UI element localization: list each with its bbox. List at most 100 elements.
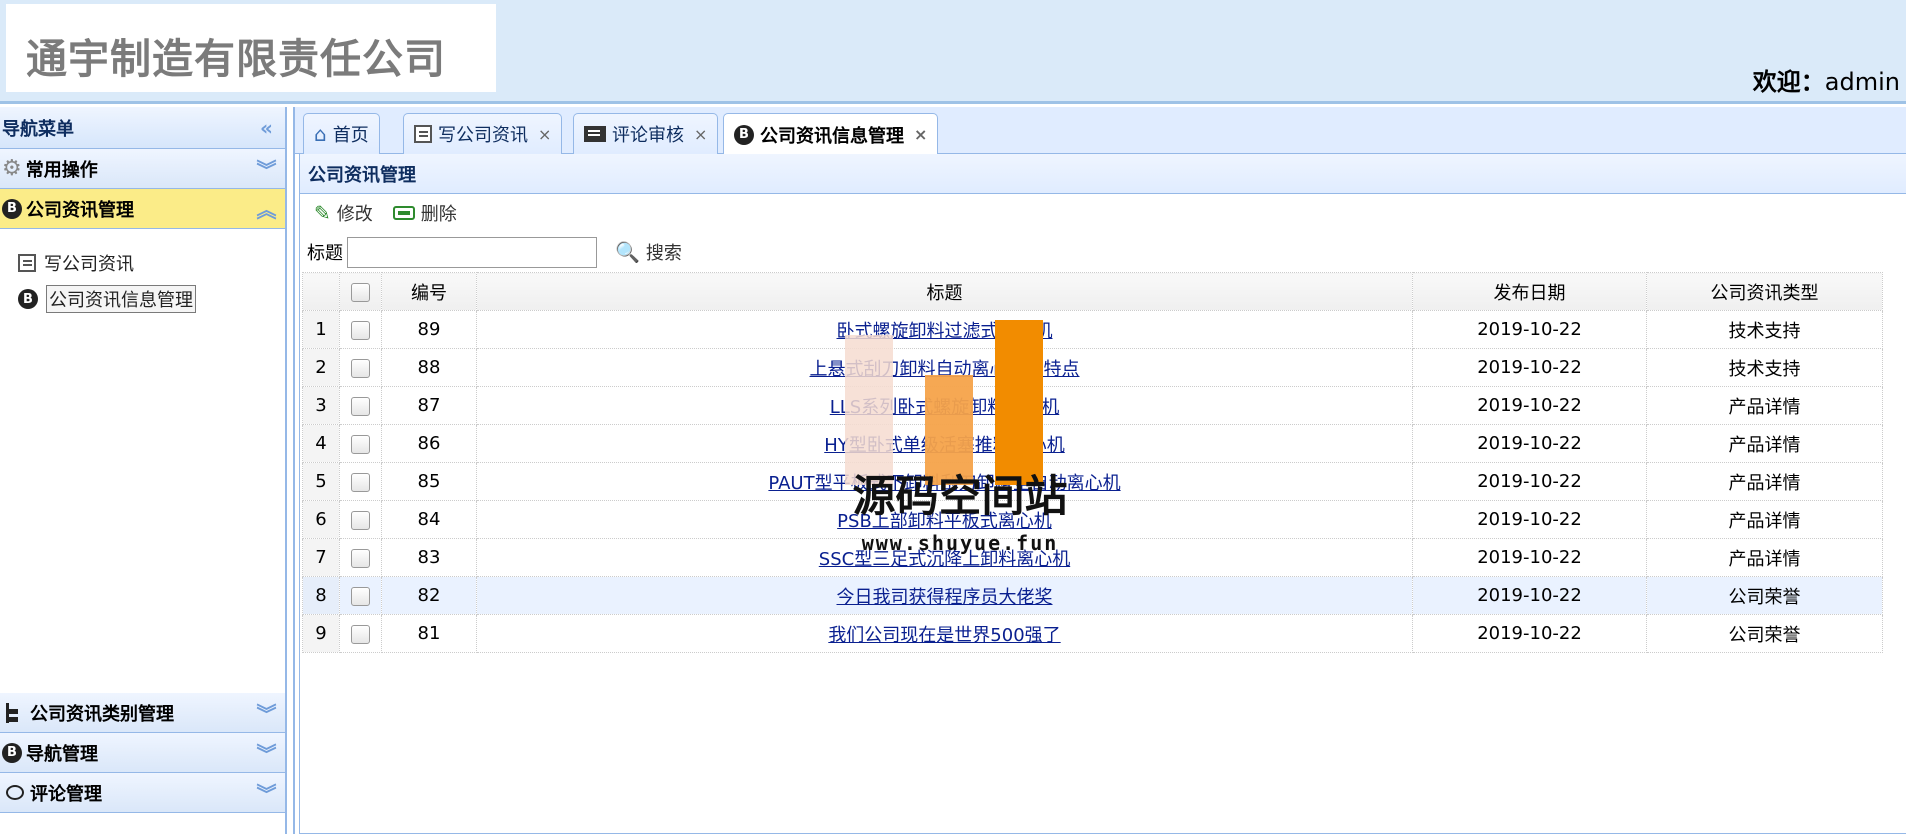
title-link[interactable]: PAUT型平板式下卸料刮刀卸料全自动离心机 [768, 473, 1120, 494]
cell-id: 89 [381, 310, 477, 349]
gear-icon: ⚙ [2, 156, 22, 181]
column-header-type[interactable]: 公司资讯类型 [1646, 272, 1883, 311]
double-chevron-up-icon[interactable]: ︽ [245, 194, 285, 223]
section-news-management[interactable]: B 公司资讯管理 ︽ [0, 189, 285, 229]
comment-icon [6, 785, 24, 800]
row-checkbox-cell[interactable] [339, 386, 382, 425]
double-chevron-down-icon[interactable]: ︾ [245, 738, 285, 767]
title-link[interactable]: 上悬式刮刀卸料自动离心机的特点 [810, 359, 1080, 380]
title-link[interactable]: 我们公司现在是世界500强了 [828, 625, 1060, 646]
tab-home[interactable]: ⌂ 首页 [303, 113, 380, 154]
select-all-checkbox-cell[interactable] [339, 272, 382, 311]
table-header-row: 编号 标题 发布日期 公司资讯类型 [302, 272, 1883, 311]
title-link[interactable]: 今日我司获得程序员大佬奖 [837, 587, 1053, 608]
double-chevron-left-icon[interactable]: « [245, 116, 285, 140]
title-link[interactable]: 卧式螺旋卸料过滤式离心机 [837, 321, 1053, 342]
b-circle-icon: B [2, 198, 22, 219]
cell-title: SSC型三足式沉降上卸料离心机 [476, 538, 1413, 577]
table-row[interactable]: 2 88 上悬式刮刀卸料自动离心机的特点 2019-10-22 技术支持 [302, 348, 1883, 387]
table-row[interactable]: 1 89 卧式螺旋卸料过滤式离心机 2019-10-22 技术支持 [302, 310, 1883, 349]
row-checkbox[interactable] [351, 396, 370, 416]
row-checkbox[interactable] [351, 434, 370, 454]
cell-id: 87 [381, 386, 477, 425]
news-panel: 公司资讯管理 ✎ 修改 删除 标题 🔍 搜索 编号 标题 发布日期 公司资讯类型… [299, 154, 1906, 834]
tab-news-info-management[interactable]: B 公司资讯信息管理 × [723, 113, 939, 155]
close-icon[interactable]: × [538, 125, 551, 144]
close-icon[interactable]: × [694, 125, 707, 144]
b-circle-icon: B [18, 289, 38, 309]
cell-date: 2019-10-22 [1412, 614, 1647, 653]
row-checkbox[interactable] [351, 624, 370, 644]
home-icon: ⌂ [314, 122, 327, 146]
cell-type: 技术支持 [1646, 310, 1883, 349]
column-header-date[interactable]: 发布日期 [1412, 272, 1647, 311]
table-row[interactable]: 3 87 LLS系列卧式螺旋卸料离心机 2019-10-22 产品详情 [302, 386, 1883, 425]
row-checkbox[interactable] [351, 358, 370, 378]
row-checkbox-cell[interactable] [339, 424, 382, 463]
title-link[interactable]: PSB上部卸料平板式离心机 [837, 511, 1052, 532]
row-checkbox[interactable] [351, 548, 370, 568]
title-search-input[interactable] [347, 236, 597, 268]
row-number: 7 [302, 538, 340, 577]
edit-button[interactable]: ✎ 修改 [314, 200, 373, 226]
table-row[interactable]: 8 82 今日我司获得程序员大佬奖 2019-10-22 公司荣誉 [302, 576, 1883, 615]
sidebar-item-write-news[interactable]: 写公司资讯 [18, 247, 285, 279]
table-row[interactable]: 4 86 HY型卧式单级活塞推料离心机 2019-10-22 产品详情 [302, 424, 1883, 463]
section-nav-management[interactable]: B 导航管理 ︾ [0, 733, 285, 773]
search-bar: 标题 🔍 搜索 [300, 232, 1906, 272]
column-header-title[interactable]: 标题 [476, 272, 1413, 311]
column-header-id[interactable]: 编号 [381, 272, 477, 311]
section-news-category-management[interactable]: 公司资讯类别管理 ︾ [0, 693, 285, 733]
sidebar-item-news-info-management[interactable]: B 公司资讯信息管理 [18, 283, 285, 315]
row-checkbox-cell[interactable] [339, 500, 382, 539]
row-checkbox-cell[interactable] [339, 614, 382, 653]
delete-button[interactable]: 删除 [392, 200, 457, 226]
row-checkbox-cell[interactable] [339, 538, 382, 577]
table-row[interactable]: 7 83 SSC型三足式沉降上卸料离心机 2019-10-22 产品详情 [302, 538, 1883, 577]
row-checkbox[interactable] [351, 472, 370, 492]
row-checkbox[interactable] [351, 320, 370, 340]
toolbar: ✎ 修改 删除 [300, 194, 1906, 232]
row-checkbox[interactable] [351, 510, 370, 530]
b-circle-icon: B [734, 124, 754, 145]
cell-type: 产品详情 [1646, 424, 1883, 463]
tab-comment-review[interactable]: 评论审核 × [573, 113, 719, 154]
search-icon: 🔍 [615, 240, 640, 264]
cell-title: 卧式螺旋卸料过滤式离心机 [476, 310, 1413, 349]
title-link[interactable]: SSC型三足式沉降上卸料离心机 [819, 549, 1070, 570]
company-logo: 通宇制造有限责任公司 [6, 4, 496, 92]
tree-icon [6, 702, 20, 723]
title-link[interactable]: LLS系列卧式螺旋卸料离心机 [830, 397, 1059, 418]
cell-title: HY型卧式单级活塞推料离心机 [476, 424, 1413, 463]
row-number: 4 [302, 424, 340, 463]
search-button[interactable]: 🔍 搜索 [615, 239, 682, 265]
title-link[interactable]: HY型卧式单级活塞推料离心机 [824, 435, 1065, 456]
cell-id: 83 [381, 538, 477, 577]
row-checkbox-cell[interactable] [339, 348, 382, 387]
table-row[interactable]: 5 85 PAUT型平板式下卸料刮刀卸料全自动离心机 2019-10-22 产品… [302, 462, 1883, 501]
cell-type: 产品详情 [1646, 500, 1883, 539]
table-row[interactable]: 9 81 我们公司现在是世界500强了 2019-10-22 公司荣誉 [302, 614, 1883, 653]
nav-sidebar: 导航菜单 « ⚙ 常用操作 ︾ B 公司资讯管理 ︽ 写公司资讯 B 公司资讯信息管… [0, 107, 287, 834]
double-chevron-down-icon[interactable]: ︾ [245, 154, 285, 183]
section-label: 导航管理 [26, 743, 98, 765]
cell-date: 2019-10-22 [1412, 500, 1647, 539]
table-row[interactable]: 6 84 PSB上部卸料平板式离心机 2019-10-22 产品详情 [302, 500, 1883, 539]
section-common-ops[interactable]: ⚙ 常用操作 ︾ [0, 149, 285, 189]
cell-title: PSB上部卸料平板式离心机 [476, 500, 1413, 539]
section-comment-management[interactable]: 评论管理 ︾ [0, 773, 285, 813]
company-name: 通宇制造有限责任公司 [26, 35, 446, 83]
row-checkbox-cell[interactable] [339, 310, 382, 349]
cell-title: 上悬式刮刀卸料自动离心机的特点 [476, 348, 1413, 387]
select-all-checkbox[interactable] [351, 282, 370, 302]
cell-type: 产品详情 [1646, 462, 1883, 501]
row-checkbox-cell[interactable] [339, 462, 382, 501]
close-icon[interactable]: × [914, 125, 927, 144]
double-chevron-down-icon[interactable]: ︾ [245, 698, 285, 727]
tab-write-news[interactable]: 写公司资讯 × [403, 113, 563, 154]
row-checkbox-cell[interactable] [339, 576, 382, 615]
double-chevron-down-icon[interactable]: ︾ [245, 778, 285, 807]
cell-id: 86 [381, 424, 477, 463]
row-checkbox[interactable] [351, 586, 370, 606]
row-number: 9 [302, 614, 340, 653]
